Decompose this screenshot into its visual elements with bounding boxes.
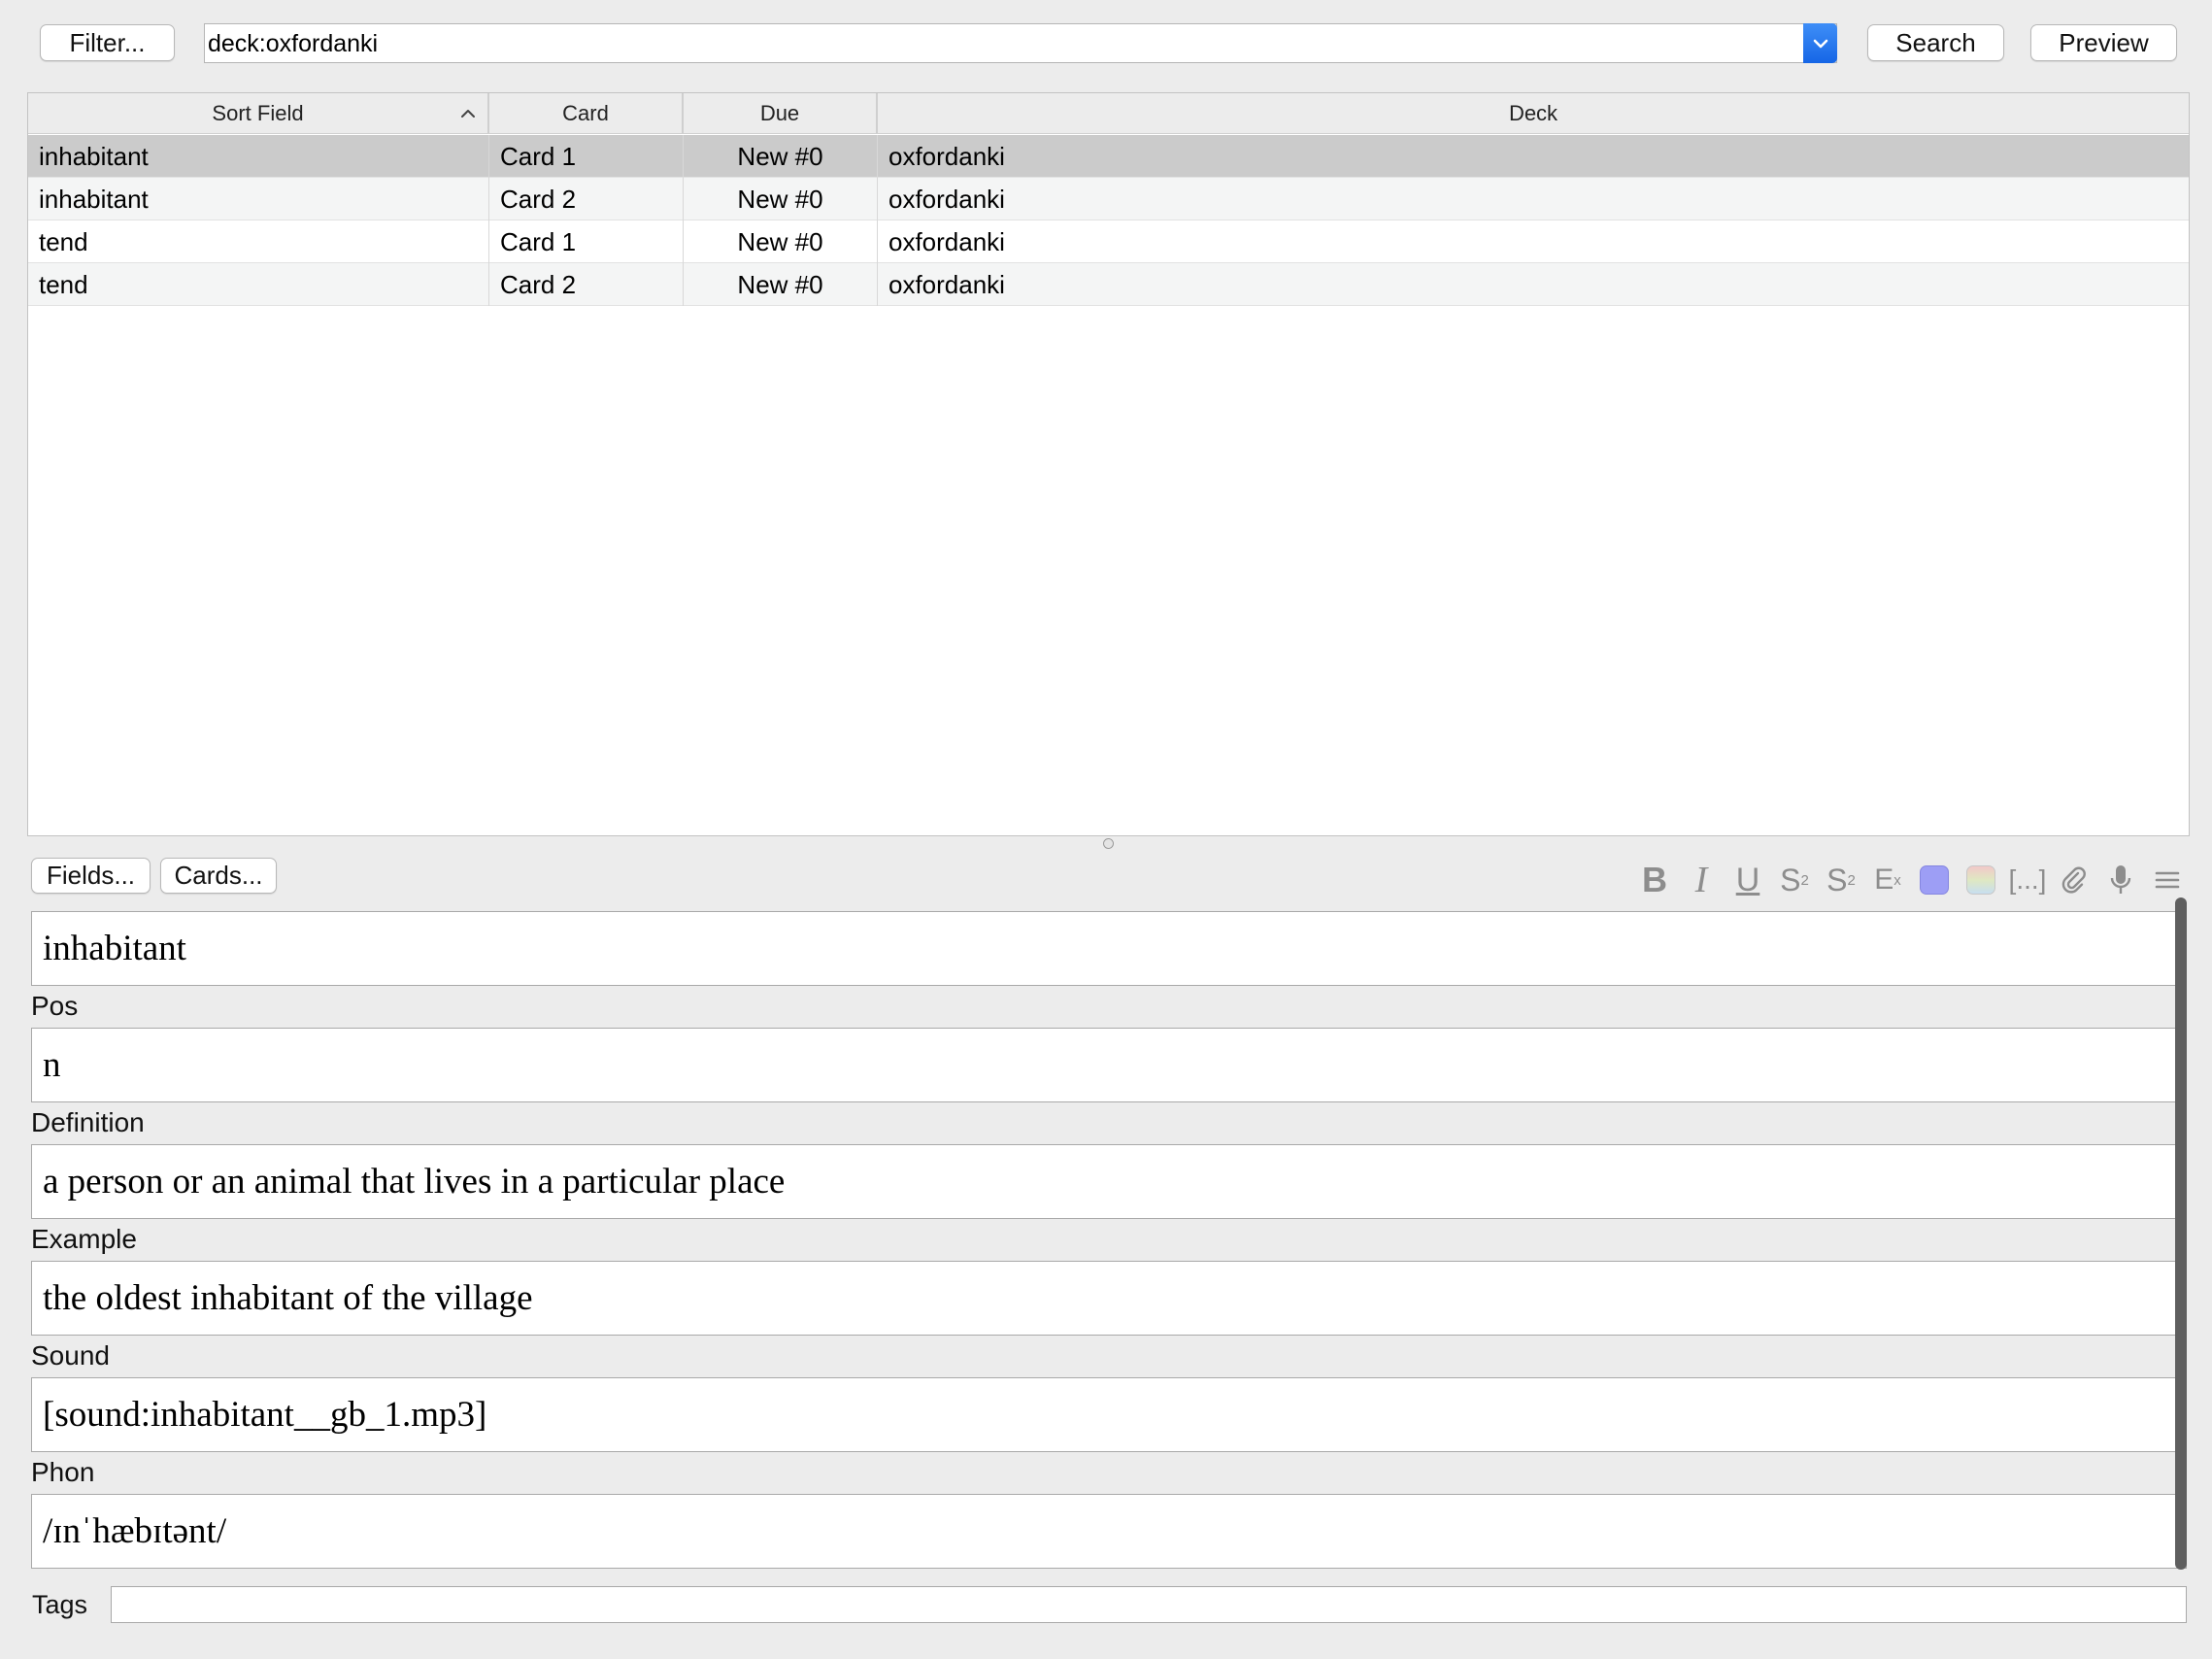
format-toolbar: B I U S2 S2 Ex [...]	[1631, 859, 2191, 901]
search-button[interactable]: Search	[1867, 24, 2004, 61]
due-cell: New #0	[684, 263, 878, 306]
deck-cell: oxfordanki	[888, 269, 1005, 299]
deck-cell: oxfordanki	[888, 184, 1005, 214]
clear-format-icon[interactable]: Ex	[1864, 859, 1911, 901]
fields-button[interactable]: Fields...	[31, 858, 151, 894]
due-cell: New #0	[684, 178, 878, 220]
column-header-label: Due	[759, 101, 800, 125]
search-query-text: deck:oxfordanki	[208, 30, 379, 57]
field-input-sound[interactable]: [sound:inhabitant__gb_1.mp3]	[31, 1377, 2187, 1452]
sort-field-cell: tend	[28, 220, 489, 263]
field-label-pos: Pos	[31, 991, 79, 1021]
table-row[interactable]: inhabitant Card 1 New #0 oxfordanki	[28, 135, 2189, 178]
field-input-sort-field[interactable]: inhabitant	[31, 911, 2187, 986]
text-color-icon[interactable]	[1911, 859, 1958, 901]
sort-field-cell: inhabitant	[28, 178, 489, 220]
card-cell: Card 1	[489, 135, 684, 178]
field-label-definition: Definition	[31, 1107, 145, 1137]
column-header-label: Card	[562, 101, 609, 125]
card-cell: Card 2	[489, 263, 684, 306]
field-label-example: Example	[31, 1224, 137, 1254]
tags-input[interactable]	[111, 1586, 2187, 1623]
filter-button[interactable]: Filter...	[40, 24, 175, 61]
field-input-example[interactable]: the oldest inhabitant of the village	[31, 1261, 2187, 1336]
field-label-sound: Sound	[31, 1340, 110, 1371]
field-input-definition[interactable]: a person or an animal that lives in a pa…	[31, 1144, 2187, 1219]
underline-icon[interactable]: U	[1725, 859, 1771, 901]
deck-cell: oxfordanki	[888, 141, 1005, 171]
note-editor: inhabitant Pos n Definition a person or …	[31, 909, 2187, 1570]
editor-scrollbar[interactable]	[2175, 897, 2187, 1570]
superscript-icon[interactable]: S2	[1771, 859, 1818, 901]
splitter-handle[interactable]	[1103, 838, 1114, 849]
table-header: Sort Field Card Due Deck	[28, 93, 2189, 134]
due-cell: New #0	[684, 135, 878, 178]
table-row[interactable]: tend Card 2 New #0 oxfordanki	[28, 263, 2189, 306]
column-header-card[interactable]: Card	[489, 93, 684, 134]
subscript-icon[interactable]: S2	[1818, 859, 1864, 901]
field-label-phon: Phon	[31, 1457, 95, 1487]
column-header-due[interactable]: Due	[684, 93, 878, 134]
record-icon[interactable]	[2097, 859, 2144, 901]
search-input[interactable]: deck:oxfordanki	[204, 23, 1837, 63]
sort-field-cell: tend	[28, 263, 489, 306]
tags-label: Tags	[32, 1590, 88, 1619]
highlight-color-icon[interactable]	[1958, 859, 2004, 901]
cloze-icon[interactable]: [...]	[2004, 859, 2051, 901]
card-table: Sort Field Card Due Deck inhabitant Card…	[27, 92, 2190, 836]
preview-button[interactable]: Preview	[2030, 24, 2177, 61]
sort-field-cell: inhabitant	[28, 135, 489, 178]
card-cell: Card 2	[489, 178, 684, 220]
bold-icon[interactable]: B	[1631, 859, 1678, 901]
table-row[interactable]: inhabitant Card 2 New #0 oxfordanki	[28, 178, 2189, 220]
field-input-phon[interactable]: /ɪnˈhæbɪtənt/	[31, 1494, 2187, 1569]
column-header-label: Sort Field	[212, 101, 304, 125]
sort-ascending-icon	[461, 110, 475, 118]
cards-button[interactable]: Cards...	[160, 858, 277, 894]
italic-icon[interactable]: I	[1678, 859, 1725, 901]
due-cell: New #0	[684, 220, 878, 263]
attach-icon[interactable]	[2051, 859, 2097, 901]
field-input-pos[interactable]: n	[31, 1028, 2187, 1102]
table-row[interactable]: tend Card 1 New #0 oxfordanki	[28, 220, 2189, 263]
chevron-down-icon	[1813, 39, 1827, 48]
column-header-deck[interactable]: Deck	[878, 93, 2189, 134]
more-icon[interactable]	[2144, 859, 2191, 901]
search-history-dropdown[interactable]	[1803, 23, 1837, 63]
card-cell: Card 1	[489, 220, 684, 263]
column-header-label: Deck	[1508, 101, 1558, 125]
column-header-sort-field[interactable]: Sort Field	[28, 93, 489, 134]
deck-cell: oxfordanki	[888, 226, 1005, 256]
